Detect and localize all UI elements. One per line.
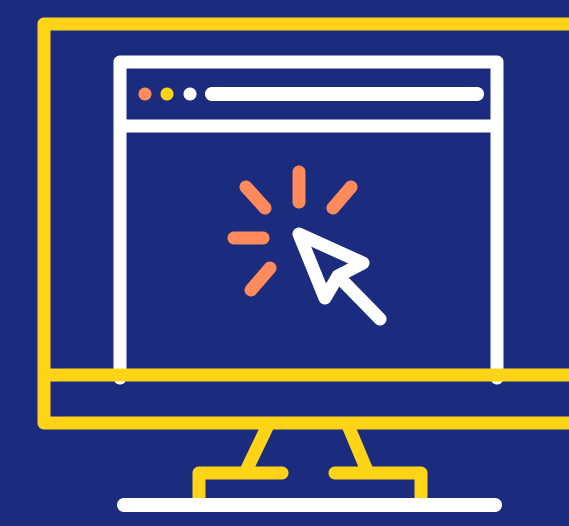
white-dot <box>183 87 197 101</box>
illustration-canvas <box>0 0 569 526</box>
yellow-dot <box>160 87 174 101</box>
background <box>0 0 569 526</box>
monitor-illustration <box>0 0 569 526</box>
red-dot <box>138 87 152 101</box>
